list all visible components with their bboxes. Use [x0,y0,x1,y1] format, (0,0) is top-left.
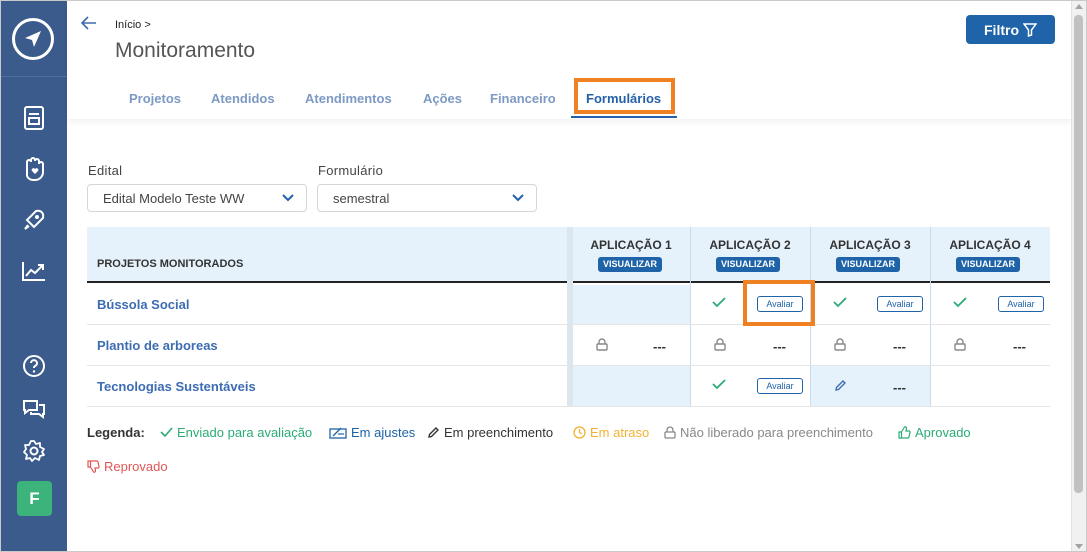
legend-label: Em preenchimento [444,425,554,440]
visualizar-button-4[interactable]: VISUALIZAR [956,257,1020,272]
highlight-box-avaliar [743,280,815,326]
project-name-link[interactable]: Plantio de arboreas [97,338,218,353]
pencil-icon[interactable] [834,379,847,392]
breadcrumb[interactable]: Início > [115,19,151,31]
legend-label: Não liberado para preenchimento [680,425,873,440]
back-arrow-icon[interactable] [80,15,97,35]
legend-label: Reprovado [104,459,168,474]
lock-icon [954,338,966,351]
chat-icon[interactable] [19,394,49,424]
rocket-icon[interactable] [19,205,49,235]
settings-icon[interactable] [19,436,49,466]
filter-button[interactable]: Filtro [966,15,1055,44]
formulario-select[interactable]: semestral [317,184,537,212]
funnel-icon [1023,22,1037,37]
lock-icon [596,338,608,351]
avatar[interactable]: F [17,481,52,516]
check-icon [160,427,173,438]
cell-value: --- [1013,339,1026,354]
legend-item: Em atraso [573,425,649,440]
visualizar-button-2[interactable]: VISUALIZAR [716,257,780,272]
legend-item: Reprovado [87,459,168,474]
active-tab-indicator [571,116,677,118]
lock-icon [834,338,846,351]
thumbs-down-icon [87,460,100,473]
formulario-select-value: semestral [333,191,390,206]
help-icon[interactable] [19,351,49,381]
logo-icon[interactable] [12,18,54,60]
check-icon [953,297,967,308]
legend-label: Em ajustes [351,425,416,440]
page-title: Monitoramento [115,39,256,62]
tab-atendidos[interactable]: Atendidos [211,91,275,106]
lock-icon [714,338,726,351]
cell-bg [811,366,930,406]
adjust-icon [329,427,347,439]
row-divider [87,406,1050,407]
scroll-down-arrow-icon[interactable] [1075,544,1083,549]
vertical-scrollbar[interactable] [1071,1,1086,551]
cell-value: --- [893,380,906,395]
tab-atendimentos[interactable]: Atendimentos [305,91,392,106]
app-window: F Início > Monitoramento Filtro Projetos… [0,0,1087,552]
project-name-link[interactable]: Tecnologias Sustentáveis [97,379,256,394]
legend-item: Aprovado [898,425,971,440]
row-divider [87,365,1050,366]
check-icon [712,379,726,390]
chart-icon[interactable] [19,256,49,286]
project-name-link[interactable]: Bússola Social [97,297,189,312]
avaliar-button[interactable]: Avaliar [877,296,923,312]
projects-column-header: PROJETOS MONITORADOS [97,258,244,270]
cell-bg [573,366,690,406]
cell-value: --- [773,339,786,354]
legend-item: Enviado para avaliação [160,425,312,440]
formulario-label: Formulário [318,163,384,178]
highlight-box-tab [574,78,675,114]
chevron-down-icon [282,194,294,202]
tab-financeiro[interactable]: Financeiro [490,91,556,106]
edital-select[interactable]: Edital Modelo Teste WW [87,184,307,212]
application-header-4: APLICAÇÃO 4 [949,238,1031,252]
visualizar-button-1[interactable]: VISUALIZAR [598,257,662,272]
application-header-1: APLICAÇÃO 1 [590,238,672,252]
legend-item: Em ajustes [329,425,415,440]
column-separator [690,227,691,407]
row-divider [87,324,1050,325]
legend-item: Em preenchimento [427,425,553,440]
edital-select-value: Edital Modelo Teste WW [103,191,245,206]
edital-label: Edital [88,163,123,178]
legend-label: Enviado para avaliação [177,425,313,440]
hand-heart-icon[interactable] [19,154,49,184]
document-icon[interactable] [19,103,49,133]
filter-button-label: Filtro [984,21,1019,38]
column-separator [930,227,931,407]
legend-label: Aprovado [915,425,971,440]
lock-icon [664,426,676,439]
tab-acoes[interactable]: Ações [423,91,462,106]
scroll-up-arrow-icon[interactable] [1075,4,1083,9]
cell-value: --- [893,339,906,354]
column-separator [567,227,573,407]
scroll-thumb[interactable] [1074,15,1083,493]
legend-item: Não liberado para preenchimento [664,425,873,440]
avaliar-button[interactable]: Avaliar [998,296,1044,312]
pencil-icon [428,427,439,438]
visualizar-button-3[interactable]: VISUALIZAR [836,257,900,272]
cell-value: --- [653,339,666,354]
cell-bg [573,285,690,325]
check-icon [833,297,847,308]
legend-label: Em atraso [590,425,650,440]
thumbs-up-icon [898,426,911,439]
clock-icon [573,426,586,439]
application-header-2: APLICAÇÃO 2 [709,238,791,252]
legend-title: Legenda: [87,425,145,440]
avaliar-button[interactable]: Avaliar [757,378,803,394]
check-icon [712,297,726,308]
sidebar: F [1,1,67,551]
chevron-down-icon [512,194,524,202]
tab-projetos[interactable]: Projetos [129,91,181,106]
application-header-3: APLICAÇÃO 3 [829,238,911,252]
sidebar-divider [1,76,67,77]
